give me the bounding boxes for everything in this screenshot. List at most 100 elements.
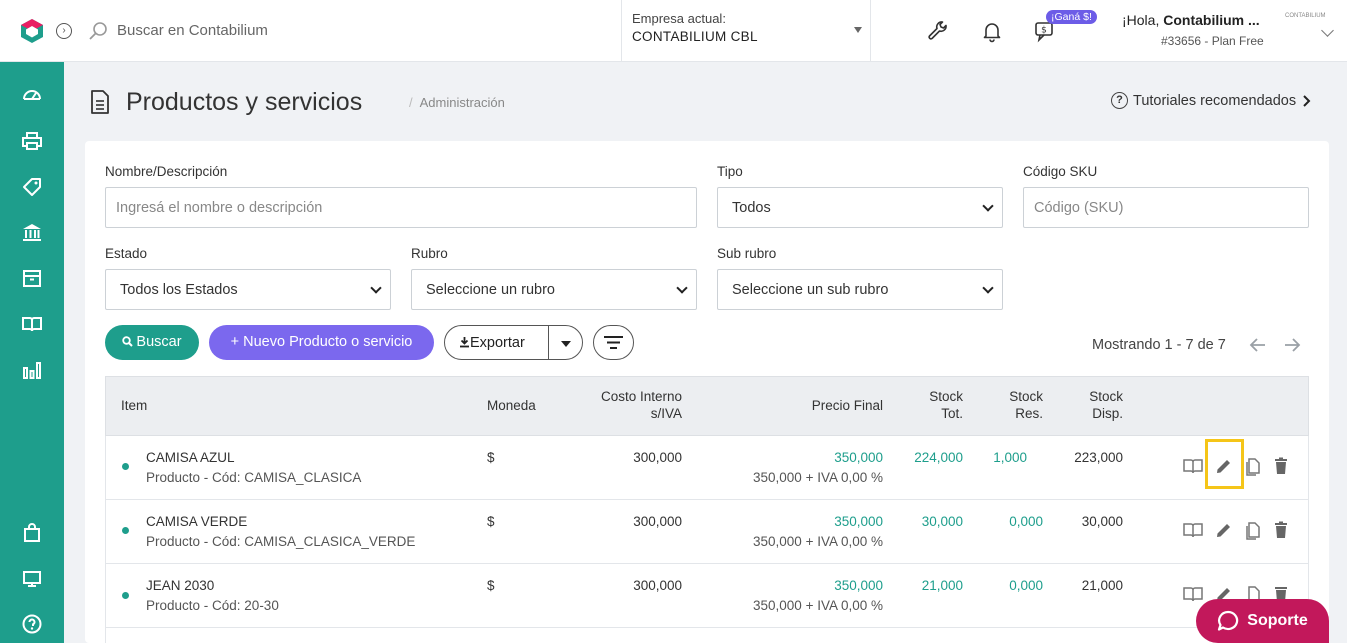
support-button[interactable]: Soporte bbox=[1196, 599, 1329, 643]
subrubro-select[interactable]: Seleccione un sub rubro bbox=[717, 269, 1003, 310]
rubro-label: Rubro bbox=[411, 246, 448, 261]
user-greeting[interactable]: ¡Hola, Contabilium ... bbox=[1122, 12, 1260, 28]
company-logo: CONTABILIUM bbox=[1285, 13, 1326, 19]
item-stock-tot: 224,000 bbox=[914, 450, 963, 465]
new-product-button[interactable]: + Nuevo Producto o servicio bbox=[209, 325, 434, 360]
sku-input[interactable]: Código (SKU) bbox=[1023, 187, 1309, 228]
view-book-icon[interactable] bbox=[1183, 520, 1203, 540]
chevron-down-icon bbox=[982, 200, 994, 212]
bank-icon[interactable] bbox=[21, 221, 43, 243]
breadcrumb-item[interactable]: Administración bbox=[420, 95, 505, 110]
table-row[interactable]: CAMISA VERDE Producto - Cód: CAMISA_CLAS… bbox=[105, 500, 1309, 564]
header-stock-res: Stock Res. bbox=[1009, 388, 1043, 422]
header-stock-tot-line1: Stock bbox=[929, 389, 963, 404]
user-name: Contabilium ... bbox=[1163, 12, 1260, 28]
search-button[interactable]: Buscar bbox=[105, 325, 199, 360]
header-item: Item bbox=[121, 398, 148, 413]
company-label: Empresa actual: bbox=[632, 11, 726, 26]
view-book-icon[interactable] bbox=[1183, 456, 1203, 476]
delete-trash-icon[interactable] bbox=[1271, 520, 1291, 540]
table-row[interactable]: JEAN 2030 Producto - Cód: 20-30 $ 300,00… bbox=[105, 564, 1309, 628]
estado-value: Todos los Estados bbox=[120, 282, 238, 298]
pagination-info: Mostrando 1 - 7 de 7 bbox=[1092, 337, 1226, 353]
export-dropdown-caret-icon[interactable] bbox=[561, 341, 571, 347]
estado-select[interactable]: Todos los Estados bbox=[105, 269, 391, 310]
item-stock-tot: 21,000 bbox=[921, 578, 963, 593]
search-icon bbox=[89, 22, 107, 40]
document-icon bbox=[91, 90, 109, 114]
header-moneda: Moneda bbox=[487, 398, 536, 413]
printer-icon[interactable] bbox=[21, 130, 43, 152]
header-stock-res-line1: Stock bbox=[1009, 389, 1043, 404]
search-input[interactable]: Buscar en Contabilium bbox=[117, 22, 268, 39]
chart-icon[interactable] bbox=[21, 359, 43, 381]
wrench-icon[interactable] bbox=[926, 19, 950, 43]
user-menu-chevron-icon[interactable] bbox=[1321, 24, 1334, 37]
export-button[interactable]: Exportar bbox=[444, 325, 583, 360]
chat-bubble-icon bbox=[1218, 610, 1239, 631]
next-page-arrow-icon[interactable] bbox=[1283, 336, 1301, 354]
item-stock-disp: 21,000 bbox=[1081, 578, 1123, 593]
search-icon bbox=[122, 336, 134, 347]
page-title: Productos y servicios bbox=[126, 88, 363, 116]
sidebar bbox=[0, 62, 64, 643]
item-stock-tot: 30,000 bbox=[921, 514, 963, 529]
subrubro-label: Sub rubro bbox=[717, 246, 777, 261]
delete-trash-icon[interactable] bbox=[1271, 456, 1291, 476]
plan-info: #33656 - Plan Free bbox=[1161, 34, 1264, 48]
duplicate-icon[interactable] bbox=[1243, 520, 1263, 540]
table-row[interactable]: CAMISA AZUL Producto - Cód: CAMISA_CLASI… bbox=[105, 436, 1309, 500]
item-precio: 350,000 bbox=[834, 514, 883, 529]
company-selector[interactable]: Empresa actual: CONTABILIUM CBL bbox=[621, 0, 871, 61]
export-text: Exportar bbox=[470, 335, 525, 351]
filter-button[interactable] bbox=[593, 325, 634, 360]
sidebar-toggle-icon[interactable]: › bbox=[56, 23, 72, 39]
tipo-select[interactable]: Todos bbox=[717, 187, 1003, 228]
edit-highlight-box bbox=[1205, 439, 1244, 489]
sku-label: Código SKU bbox=[1023, 164, 1098, 179]
export-label: Exportar bbox=[459, 335, 525, 351]
header-costo: Costo Interno s/IVA bbox=[601, 388, 682, 422]
name-input[interactable]: Ingresá el nombre o descripción bbox=[105, 187, 697, 228]
tutorials-link[interactable]: ? Tutoriales recomendados bbox=[1111, 92, 1311, 109]
monitor-icon[interactable] bbox=[21, 568, 43, 590]
header-stock-disp: Stock Disp. bbox=[1089, 388, 1123, 422]
previous-page-arrow-icon[interactable] bbox=[1249, 336, 1267, 354]
bag-icon[interactable] bbox=[21, 522, 43, 544]
item-detail: Producto - Cód: 20-30 bbox=[146, 598, 279, 613]
book-icon[interactable] bbox=[21, 313, 43, 335]
duplicate-icon[interactable] bbox=[1243, 456, 1263, 476]
view-book-icon[interactable] bbox=[1183, 584, 1203, 604]
company-name: CONTABILIUM CBL bbox=[632, 29, 758, 44]
status-dot bbox=[122, 592, 129, 599]
item-costo: 300,000 bbox=[633, 514, 682, 529]
gana-badge[interactable]: ¡Ganá $! bbox=[1046, 10, 1097, 24]
question-circle-icon: ? bbox=[1111, 92, 1128, 109]
header-costo-line1: Costo Interno bbox=[600, 389, 682, 404]
item-moneda: $ bbox=[487, 514, 495, 529]
bell-icon[interactable] bbox=[980, 19, 1004, 43]
item-name: CAMISA VERDE bbox=[146, 514, 248, 529]
item-name: JEAN 2030 bbox=[146, 578, 215, 593]
tutorials-label: Tutoriales recomendados bbox=[1133, 92, 1297, 109]
header-stock-disp-line1: Stock bbox=[1089, 389, 1123, 404]
item-detail: Producto - Cód: CAMISA_CLASICA bbox=[146, 470, 362, 485]
rubro-value: Seleccione un rubro bbox=[426, 282, 555, 298]
tipo-value: Todos bbox=[732, 200, 771, 216]
header-stock-tot-line2: Tot. bbox=[941, 406, 963, 421]
contabilium-logo-icon[interactable] bbox=[19, 18, 45, 44]
dashboard-icon[interactable] bbox=[21, 84, 43, 106]
edit-pencil-icon[interactable] bbox=[1214, 520, 1234, 540]
chevron-right-icon bbox=[1303, 94, 1311, 107]
item-precio-detail: 350,000 + IVA 0,00 % bbox=[753, 598, 883, 613]
download-icon bbox=[460, 337, 469, 348]
chevron-down-icon bbox=[982, 282, 994, 294]
box-icon[interactable] bbox=[21, 267, 43, 289]
rubro-select[interactable]: Seleccione un rubro bbox=[411, 269, 697, 310]
chevron-down-icon bbox=[676, 282, 688, 294]
item-precio: 350,000 bbox=[834, 450, 883, 465]
help-icon[interactable] bbox=[21, 613, 43, 635]
item-precio-detail: 350,000 + IVA 0,00 % bbox=[753, 534, 883, 549]
table-row[interactable] bbox=[105, 628, 1309, 643]
tag-icon[interactable] bbox=[21, 176, 43, 198]
